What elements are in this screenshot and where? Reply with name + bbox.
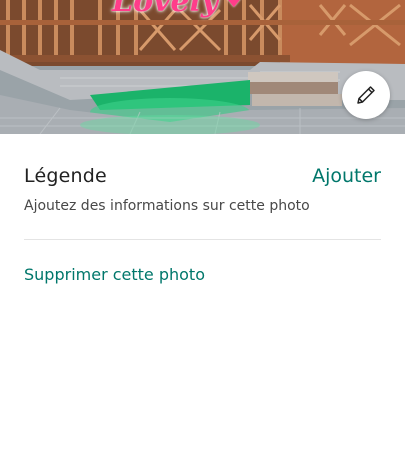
photo-illustration <box>0 0 405 134</box>
edit-photo-button[interactable] <box>342 71 390 119</box>
listing-photo: Lovely ♥ <box>0 0 405 134</box>
caption-hint: Ajoutez des informations sur cette photo <box>24 198 310 214</box>
delete-photo-link[interactable]: Supprimer cette photo <box>24 265 205 284</box>
divider <box>24 239 381 240</box>
add-caption-link[interactable]: Ajouter <box>312 165 381 187</box>
photo-overlay-text: Lovely <box>112 0 219 19</box>
pencil-icon <box>354 83 378 107</box>
heart-icon: ♥ <box>224 0 244 13</box>
caption-title: Légende <box>24 165 107 187</box>
